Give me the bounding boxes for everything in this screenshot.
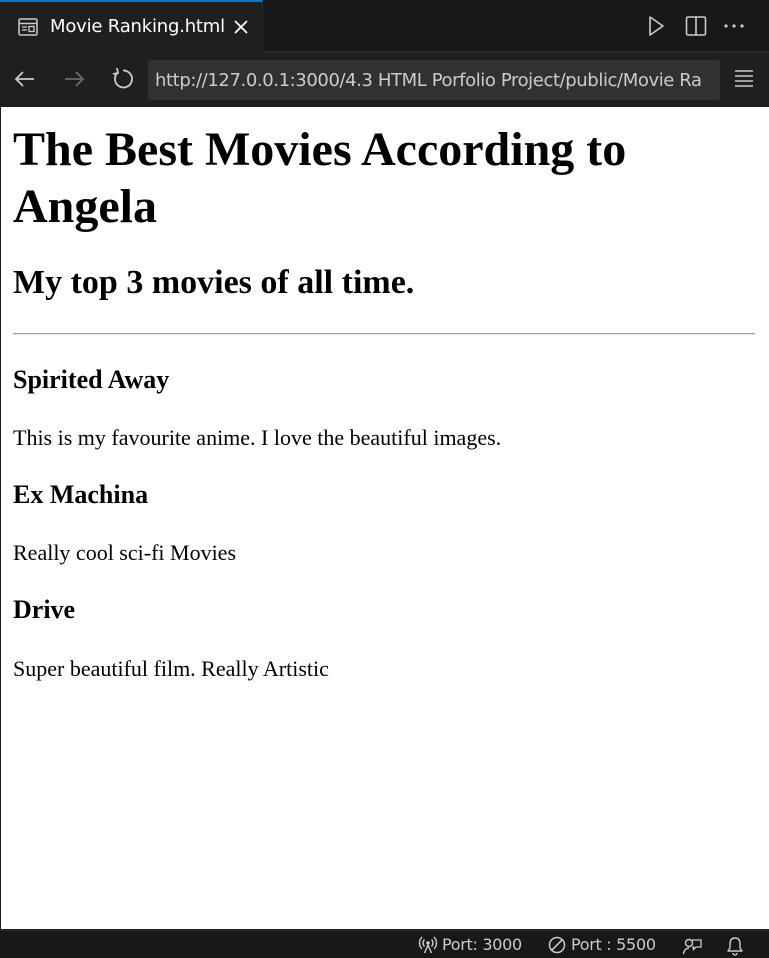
server-port-label: Port : 5500 (571, 935, 656, 954)
movie-title: Spirited Away (13, 365, 170, 394)
feedback-icon[interactable] (682, 936, 702, 956)
split-editor-icon[interactable] (684, 14, 708, 38)
arrow-right-icon[interactable] (61, 66, 87, 92)
tab-title: Movie Ranking.html (50, 16, 225, 37)
browser-nav-bar: http://127.0.0.1:3000/4.3 HTML Porfolio … (0, 52, 769, 107)
url-text: http://127.0.0.1:3000/4.3 HTML Porfolio … (155, 70, 702, 91)
movie-title: Drive (13, 595, 76, 624)
bell-icon[interactable] (725, 936, 745, 956)
run-icon[interactable] (644, 14, 668, 38)
status-bar: Port: 3000 Port : 5500 (0, 930, 769, 958)
editor-tab-bar: Movie Ranking.html (0, 0, 769, 52)
movie-description: Super beautiful film. Really Artistic (13, 656, 329, 681)
circle-slash-icon (548, 936, 566, 954)
movie-description: Really cool sci-fi Movies (13, 540, 237, 565)
close-icon[interactable] (231, 17, 251, 37)
page-subheading: My top 3 movies of all time. (13, 264, 415, 301)
movie-title: Ex Machina (13, 480, 149, 509)
live-port-label: Port: 3000 (442, 935, 522, 954)
live-port-item[interactable]: Port: 3000 (418, 935, 528, 955)
menu-icon[interactable] (733, 67, 755, 89)
broadcast-icon (418, 936, 438, 954)
more-actions-icon[interactable] (722, 14, 746, 38)
preview-icon (18, 18, 38, 36)
server-port-item[interactable]: Port : 5500 (547, 935, 662, 955)
url-input[interactable]: http://127.0.0.1:3000/4.3 HTML Porfolio … (148, 60, 720, 100)
movie-description: This is my favourite anime. I love the b… (13, 425, 502, 450)
tab-movie-ranking[interactable]: Movie Ranking.html (0, 0, 263, 52)
page-viewport: The Best Movies According to Angela My t… (1, 107, 769, 929)
page-heading: The Best Movies According to Angela (13, 123, 627, 233)
arrow-left-icon[interactable] (12, 66, 38, 92)
refresh-icon[interactable] (110, 66, 136, 92)
divider (13, 333, 755, 335)
